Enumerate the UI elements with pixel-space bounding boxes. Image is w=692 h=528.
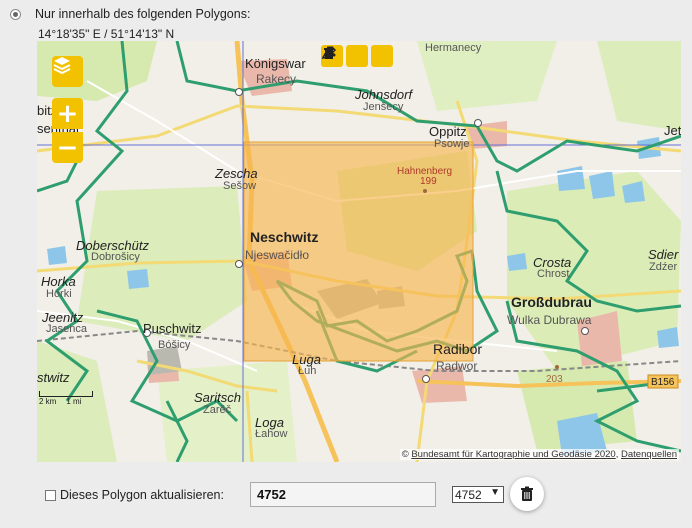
map-canvas[interactable]: Königswar Rakecy Hermanecy Johnsdorf Jen… bbox=[37, 41, 681, 462]
layers-icon bbox=[53, 57, 71, 74]
polygon-name-input[interactable] bbox=[250, 482, 436, 507]
place-hermsdorf-sub: Hermanecy bbox=[425, 42, 482, 54]
minus-icon: − bbox=[56, 132, 79, 163]
place-neschwitz: Neschwitz bbox=[250, 229, 318, 245]
place-horka: Horka bbox=[41, 274, 76, 289]
edit-polygon-button[interactable] bbox=[321, 45, 368, 67]
scale-mi: 1 mi bbox=[66, 397, 82, 406]
polygon-select[interactable]: 4752 ▼ bbox=[452, 486, 504, 503]
delete-polygon-button[interactable] bbox=[324, 45, 393, 67]
road-b156: B156 bbox=[651, 377, 675, 388]
place-luga-sub: Łuh bbox=[298, 365, 316, 377]
place-puschwitz-sub: Bóšicy bbox=[158, 339, 191, 351]
update-polygon-checkbox[interactable] bbox=[45, 490, 56, 501]
place-radibor-sub: Radwor bbox=[436, 359, 477, 373]
place-johnsdorf: Johnsdorf bbox=[354, 87, 413, 102]
place-radibor: Radibor bbox=[433, 341, 482, 357]
zoom-in-button[interactable]: + bbox=[52, 98, 83, 129]
polygon-select-value: 4752 bbox=[455, 487, 482, 502]
place-koenigswartha-sub: Rakecy bbox=[256, 72, 296, 86]
place-puschwitz: Puschwitz bbox=[143, 321, 202, 336]
place-oppitz: Oppitz bbox=[429, 124, 467, 139]
chevron-down-icon: ▼ bbox=[490, 487, 500, 498]
place-hahnenberg-sub: 199 bbox=[420, 176, 437, 187]
scale-bar: 2 km 1 mi bbox=[39, 391, 93, 406]
scale-km: 2 km bbox=[39, 397, 57, 406]
polygon-option[interactable]: Nur innerhalb des folgenden Polygons: bbox=[10, 6, 250, 22]
map-attribution: © Bundesamt für Kartographie und Geodäsi… bbox=[399, 449, 679, 460]
map-view[interactable]: Königswar Rakecy Hermanecy Johnsdorf Jen… bbox=[37, 41, 681, 462]
place-neschwitz-sub: Njeswačidło bbox=[245, 248, 309, 262]
place-saritsch-sub: Zarěč bbox=[203, 404, 232, 416]
elevation-203: 203 bbox=[546, 374, 563, 385]
place-crosta-sub: Chrost bbox=[537, 268, 569, 280]
place-sdier-sub: Zdźer bbox=[649, 261, 677, 273]
place-johnsdorf-sub: Jenšecy bbox=[363, 101, 404, 113]
layers-button[interactable] bbox=[52, 56, 83, 87]
polygon-option-label: Nur innerhalb des folgenden Polygons: bbox=[35, 7, 251, 21]
place-saritsch: Saritsch bbox=[194, 390, 241, 405]
place-sdier: Sdier bbox=[648, 247, 679, 262]
place-jeenitz-sub: Jasenca bbox=[46, 323, 88, 335]
place-grossdubrau: Großdubrau bbox=[511, 294, 592, 310]
place-zescha: Zescha bbox=[214, 166, 258, 181]
place-doberschuetz-sub: Dobrošicy bbox=[91, 251, 140, 263]
copyright-symbol: © bbox=[401, 449, 412, 460]
place-grossdubrau-sub: Wulka Dubrawa bbox=[507, 313, 592, 327]
trash-icon bbox=[521, 486, 533, 501]
place-stwitz: stwitz bbox=[37, 370, 70, 385]
plus-icon: + bbox=[56, 98, 79, 129]
delete-polygon-button-round[interactable] bbox=[510, 477, 544, 511]
attribution-bkg-link[interactable]: Bundesamt für Kartographie und Geodäsie … bbox=[411, 449, 615, 460]
place-zescha-sub: Sešow bbox=[223, 180, 256, 192]
place-jet: Jet bbox=[664, 123, 681, 138]
zoom-out-button[interactable]: − bbox=[52, 132, 83, 163]
place-koenigswartha: Königswar bbox=[245, 56, 306, 71]
polygon-toolbar bbox=[321, 45, 393, 71]
place-horka-sub: Hórki bbox=[46, 288, 72, 300]
polygon-option-radio[interactable] bbox=[10, 8, 21, 20]
coordinate-readout: 14°18'35" E / 51°14'13" N bbox=[38, 27, 175, 41]
update-polygon-bar: Dieses Polygon aktualisieren: 4752 ▼ bbox=[37, 462, 681, 522]
place-loga-sub: Łahow bbox=[255, 428, 287, 440]
delete-polygon-icon bbox=[324, 46, 334, 59]
place-oppitz-sub: Psowje bbox=[434, 138, 469, 150]
update-polygon-label: Dieses Polygon aktualisieren: bbox=[60, 488, 224, 502]
attribution-datasources-link[interactable]: Datenquellen bbox=[621, 449, 677, 460]
